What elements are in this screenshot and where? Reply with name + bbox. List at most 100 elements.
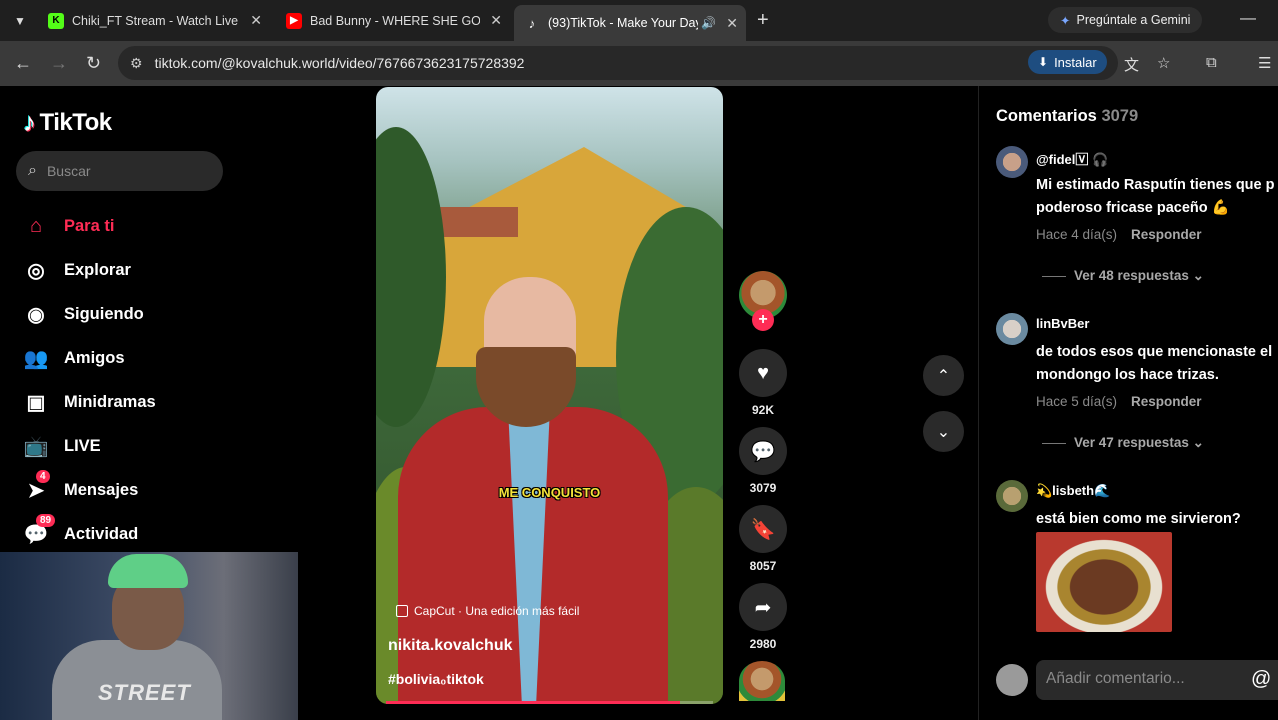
reply-button[interactable]: Responder xyxy=(1131,227,1202,242)
comment-line: está bien como me sirvieron? xyxy=(1036,511,1241,527)
next-video-button[interactable]: ⌄ xyxy=(923,411,964,452)
comment-meta: Hace 4 día(s) Responder xyxy=(1036,227,1202,242)
tab-search-chevron-icon[interactable]: ▼ xyxy=(5,6,35,36)
minimize-window-button[interactable]: — xyxy=(1240,10,1256,28)
close-icon[interactable]: ✕ xyxy=(250,12,262,29)
comment-photo[interactable] xyxy=(1036,532,1172,632)
sidebar-item-actividad[interactable]: 💬 89 Actividad xyxy=(20,512,156,556)
sidebar-item-label: Para ti xyxy=(64,216,115,235)
forward-arrow-icon[interactable]: → xyxy=(50,53,68,74)
video-tree-left xyxy=(376,127,446,427)
heart-icon: ♥ xyxy=(739,349,787,397)
install-app-button[interactable]: ⬇ Instalar xyxy=(1028,50,1107,74)
avatar[interactable] xyxy=(996,313,1028,345)
comment-username[interactable]: 💫lisbeth🌊 xyxy=(1036,483,1110,499)
share-arrow-icon: ➦ xyxy=(739,583,787,631)
search-input[interactable]: ⌕ Buscar xyxy=(16,151,223,191)
view-replies-button[interactable]: Ver 48 respuestas ⌄ xyxy=(1042,268,1204,284)
comments-header: Comentarios 3079 xyxy=(996,107,1138,126)
capcut-label: CapCut · Una edición más fácil xyxy=(414,604,580,618)
divider-line xyxy=(1042,275,1066,277)
follow-plus-icon[interactable]: + xyxy=(752,309,774,331)
browser-tab-tiktok[interactable]: ♪ (93)TikTok - Make Your Day 🔊 ✕ xyxy=(514,5,746,41)
comment-input[interactable]: Añadir comentario... xyxy=(1036,660,1278,700)
sidebar-item-label: Minidramas xyxy=(64,392,156,411)
following-icon: ◉ xyxy=(27,303,45,326)
kick-icon: K xyxy=(48,12,64,29)
previous-video-button[interactable]: ⌃ xyxy=(923,355,964,396)
chevron-down-icon: ⌄ xyxy=(1192,268,1204,283)
mention-at-icon[interactable]: @ xyxy=(1251,668,1271,691)
tab-title: (93)TikTok - Make Your Day xyxy=(548,16,698,30)
save-button[interactable]: 🔖 8057 xyxy=(739,505,787,573)
avatar[interactable] xyxy=(996,146,1028,178)
comment-count: 3079 xyxy=(749,481,777,495)
comments-panel: Comentarios 3079 @fidel🅅 🎧 Mi estimado R… xyxy=(978,86,1278,720)
webcam-overlay: STREET xyxy=(0,552,298,720)
sidebar-item-siguiendo[interactable]: ◉ Siguiendo xyxy=(20,292,156,336)
avatar[interactable] xyxy=(996,480,1028,512)
video-author[interactable]: nikita.kovalchuk xyxy=(388,637,513,655)
reload-icon[interactable]: ↻ xyxy=(86,53,101,74)
video-hashtag[interactable]: #bolivia₀tiktok xyxy=(388,671,484,687)
bookmark-star-icon[interactable]: ☆ xyxy=(1157,54,1170,72)
gemini-button[interactable]: ✦ Pregúntale a Gemini xyxy=(1048,7,1203,33)
share-button[interactable]: ➦ 2980 xyxy=(739,583,787,651)
comment-username[interactable]: linBvBer xyxy=(1036,316,1089,331)
sidebar-nav: ⌂ Para ti ◎ Explorar ◉ Siguiendo 👥 Amigo… xyxy=(20,204,156,556)
new-tab-button[interactable]: + xyxy=(757,9,769,32)
tiktok-note-icon: ♪ xyxy=(23,107,36,137)
comment-text: de todos esos que mencionaste el mondong… xyxy=(1036,341,1278,387)
browser-tab-kick[interactable]: K Chiki_FT Stream - Watch Live o ✕ xyxy=(38,5,270,36)
like-button[interactable]: ♥ 92K xyxy=(739,349,787,417)
webcam-person-cap xyxy=(108,554,188,588)
video-player[interactable]: ME CONQUISTO CapCut · Una edición más fá… xyxy=(376,87,723,704)
comment-line: mondongo los hace trizas. xyxy=(1036,367,1219,383)
like-count: 92K xyxy=(751,403,774,417)
comment-text: Mi estimado Rasputín tienes que p podero… xyxy=(1036,174,1278,220)
translate-icon[interactable]: 文 xyxy=(1124,54,1139,75)
video-progress-fill xyxy=(386,701,681,704)
extensions-puzzle-icon[interactable]: ⧉ xyxy=(1206,54,1217,71)
save-count: 8057 xyxy=(749,559,777,573)
tiktok-icon: ♪ xyxy=(528,15,536,31)
sidebar-item-live[interactable]: 📺 LIVE xyxy=(20,424,156,468)
comment-text: está bien como me sirvieron? xyxy=(1036,508,1278,531)
site-info-icon[interactable]: ⚙ xyxy=(130,55,143,72)
logo-text: TikTok xyxy=(39,108,113,136)
close-icon[interactable]: ✕ xyxy=(490,12,502,29)
browser-tab-youtube[interactable]: ▶ Bad Bunny - WHERE SHE GOES ✕ xyxy=(276,5,510,36)
youtube-icon: ▶ xyxy=(286,12,302,29)
comment-line: Mi estimado Rasputín tienes que p xyxy=(1036,177,1275,193)
film-icon: ▣ xyxy=(26,391,46,414)
sound-avatar[interactable] xyxy=(739,661,785,701)
comment-button[interactable]: 💬 3079 xyxy=(739,427,787,495)
tiktok-logo[interactable]: ♪ TikTok xyxy=(23,107,112,138)
comment-username[interactable]: @fidel🅅 🎧 xyxy=(1036,149,1108,168)
sidebar-item-amigos[interactable]: 👥 Amigos xyxy=(20,336,156,380)
sidebar-item-minidramas[interactable]: ▣ Minidramas xyxy=(20,380,156,424)
sidebar-item-para-ti[interactable]: ⌂ Para ti xyxy=(20,204,156,248)
search-icon: ⌕ xyxy=(28,162,37,179)
webcam-shirt-text: STREET xyxy=(98,680,191,705)
tab-title: Bad Bunny - WHERE SHE GOES xyxy=(310,13,480,28)
comments-title: Comentarios xyxy=(996,107,1097,125)
tab-title: Chiki_FT Stream - Watch Live o xyxy=(72,13,242,28)
sidebar-item-label: Mensajes xyxy=(64,480,139,499)
close-icon[interactable]: ✕ xyxy=(726,15,738,32)
reading-list-icon[interactable]: ☰ xyxy=(1258,54,1271,72)
install-label: Instalar xyxy=(1054,54,1097,70)
capcut-link[interactable]: CapCut · Una edición más fácil xyxy=(396,604,579,618)
comment-time: Hace 4 día(s) xyxy=(1036,227,1118,242)
search-placeholder: Buscar xyxy=(46,163,91,179)
reply-button[interactable]: Responder xyxy=(1131,394,1202,409)
speaker-icon[interactable]: 🔊 xyxy=(701,16,716,30)
view-replies-button[interactable]: Ver 47 respuestas ⌄ xyxy=(1042,435,1204,451)
video-progress-bar[interactable] xyxy=(386,701,713,704)
sidebar-item-explorar[interactable]: ◎ Explorar xyxy=(20,248,156,292)
address-bar[interactable]: ⚙ tiktok.com/@kovalchuk.world/video/7676… xyxy=(118,46,1118,80)
tiktok-page: ♪ TikTok ⌕ Buscar ⌂ Para ti ◎ Explorar ◉… xyxy=(0,86,1278,720)
back-arrow-icon[interactable]: ← xyxy=(14,53,32,74)
url-text[interactable]: tiktok.com/@kovalchuk.world/video/767667… xyxy=(155,55,525,71)
sidebar-item-mensajes[interactable]: ➤ 4 Mensajes xyxy=(20,468,156,512)
